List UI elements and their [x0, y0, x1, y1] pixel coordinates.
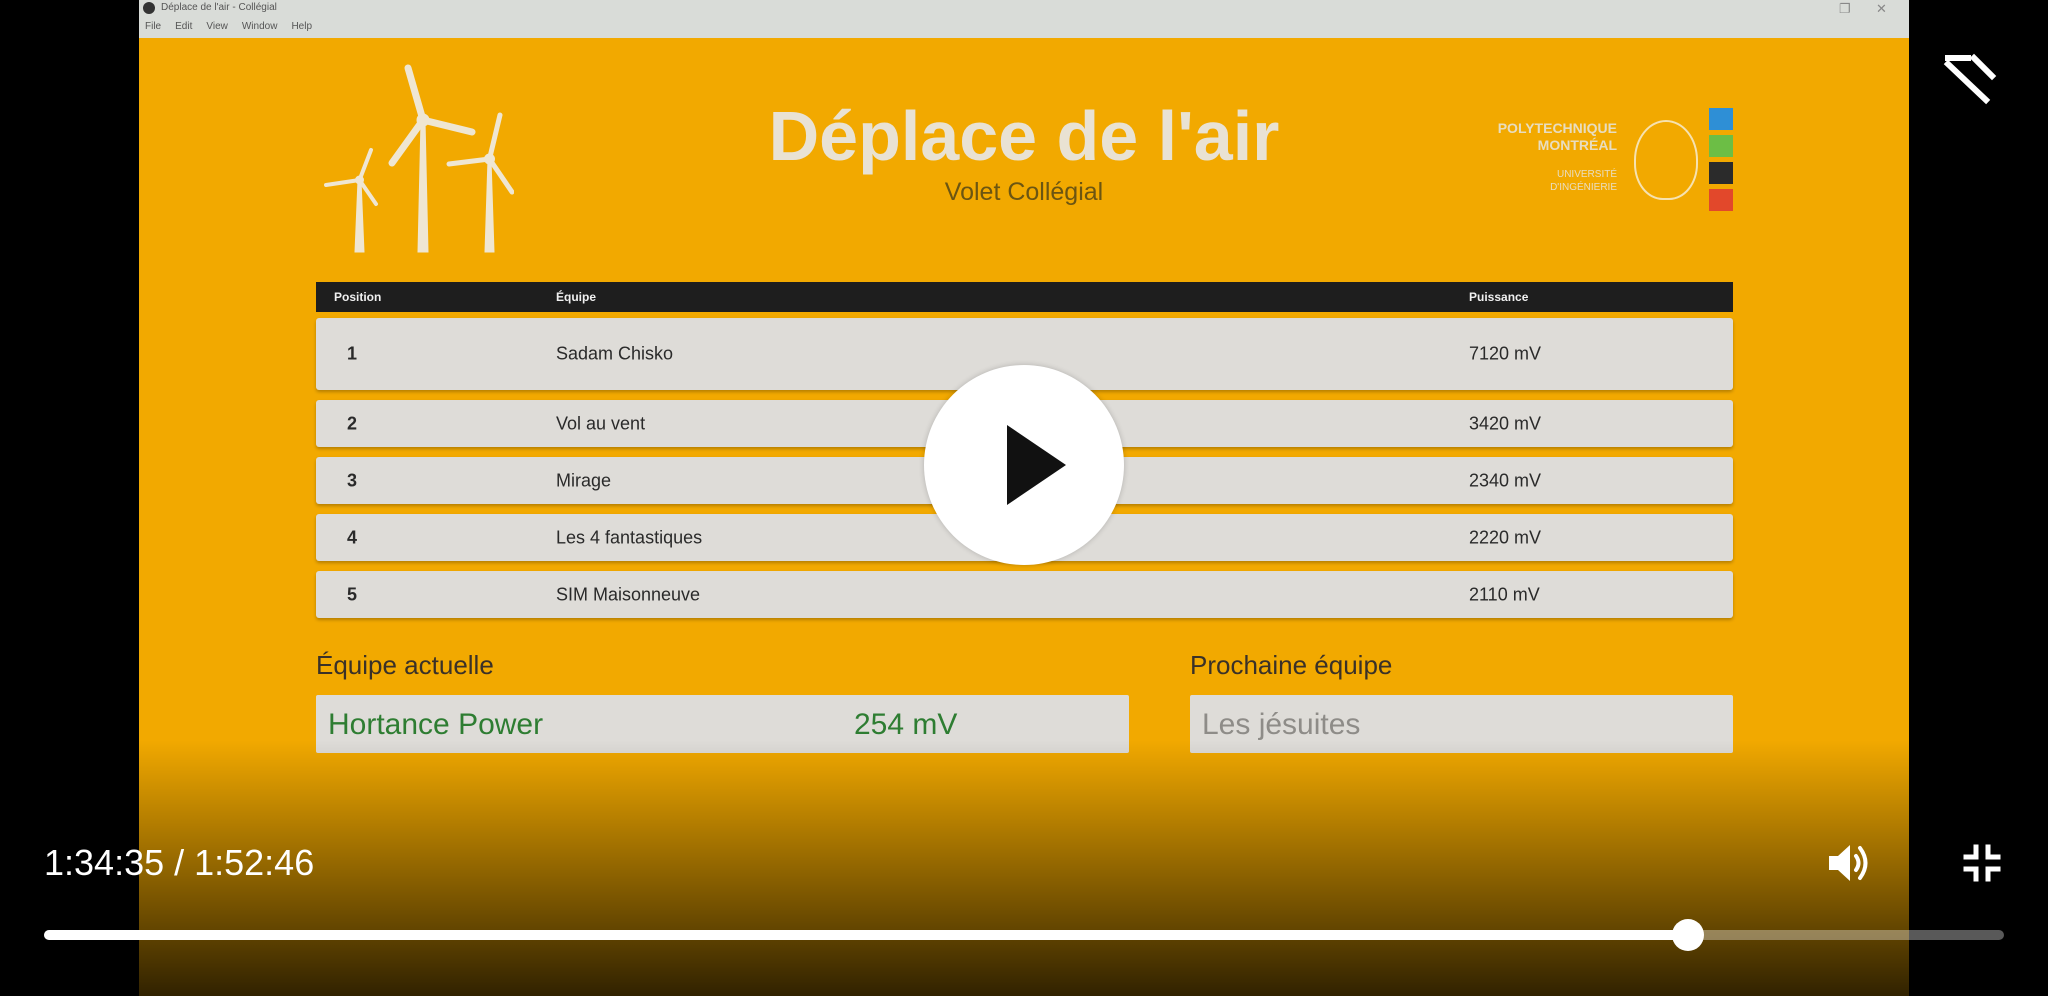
volume-icon[interactable] — [1825, 839, 1873, 887]
menu-item: Edit — [175, 21, 193, 32]
seek-progress — [44, 930, 1688, 940]
close-icon: ✕ — [1876, 1, 1887, 16]
row-power: 2340 mV — [1469, 470, 1542, 490]
row-power: 2110 mV — [1469, 584, 1540, 604]
row-team: SIM Maisonneuve — [556, 584, 701, 604]
minimize-icon[interactable] — [1940, 50, 2000, 110]
row-position: 3 — [347, 470, 358, 490]
window-titlebar: Déplace de l'air - Collégial File Edit V… — [139, 0, 1909, 38]
menu-item: Help — [291, 21, 313, 32]
menu-item: File — [145, 21, 162, 32]
menu-item: Window — [241, 21, 278, 32]
row-position: 1 — [347, 343, 358, 364]
column-header-power: Puissance — [1469, 290, 1529, 304]
seal-icon — [1634, 120, 1698, 200]
polytechnique-logo: POLYTECHNIQUE MONTRÉAL UNIVERSITÉ D'INGÉNI… — [1489, 108, 1739, 211]
color-bar — [1709, 162, 1733, 184]
row-position: 4 — [347, 527, 358, 547]
row-team: Sadam Chisko — [556, 343, 674, 364]
window-title: Déplace de l'air - Collégial — [161, 2, 277, 13]
color-bar — [1709, 135, 1733, 157]
current-team-name: Hortance Power — [328, 708, 544, 741]
play-icon — [1007, 425, 1066, 505]
logo-color-bars — [1709, 108, 1733, 216]
color-bar — [1709, 189, 1733, 211]
seek-bar[interactable] — [44, 919, 2004, 951]
next-team-label: Prochaine équipe — [1190, 650, 1393, 680]
row-team: Mirage — [556, 470, 612, 490]
row-position: 2 — [347, 413, 358, 433]
row-power: 3420 mV — [1469, 413, 1542, 433]
row-position: 5 — [347, 584, 358, 604]
row-team: Vol au vent — [556, 413, 646, 433]
ranking-table-header: Position Équipe Puissance — [316, 282, 1733, 312]
current-team-label: Équipe actuelle — [316, 650, 494, 680]
seek-thumb[interactable] — [1671, 919, 1704, 951]
row-power: 7120 mV — [1469, 343, 1542, 364]
exit-fullscreen-icon[interactable] — [1962, 843, 2002, 883]
time-display: 1:34:35 / 1:52:46 — [44, 842, 315, 883]
color-bar — [1709, 108, 1733, 130]
row-team: Les 4 fantastiques — [556, 527, 703, 547]
column-header-position: Position — [334, 290, 382, 304]
app-icon — [143, 2, 155, 14]
play-button[interactable] — [924, 365, 1124, 565]
row-power: 2220 mV — [1469, 527, 1542, 547]
next-team-name: Les jésuites — [1202, 708, 1361, 741]
restore-icon: ❐ — [1839, 1, 1851, 16]
column-header-team: Équipe — [556, 290, 597, 304]
current-team-power: 254 mV — [854, 708, 958, 741]
table-row: 5 SIM Maisonneuve 2110 mV — [316, 571, 1733, 618]
window-menu: File Edit View Window Help — [145, 21, 312, 32]
menu-item: View — [206, 21, 228, 32]
